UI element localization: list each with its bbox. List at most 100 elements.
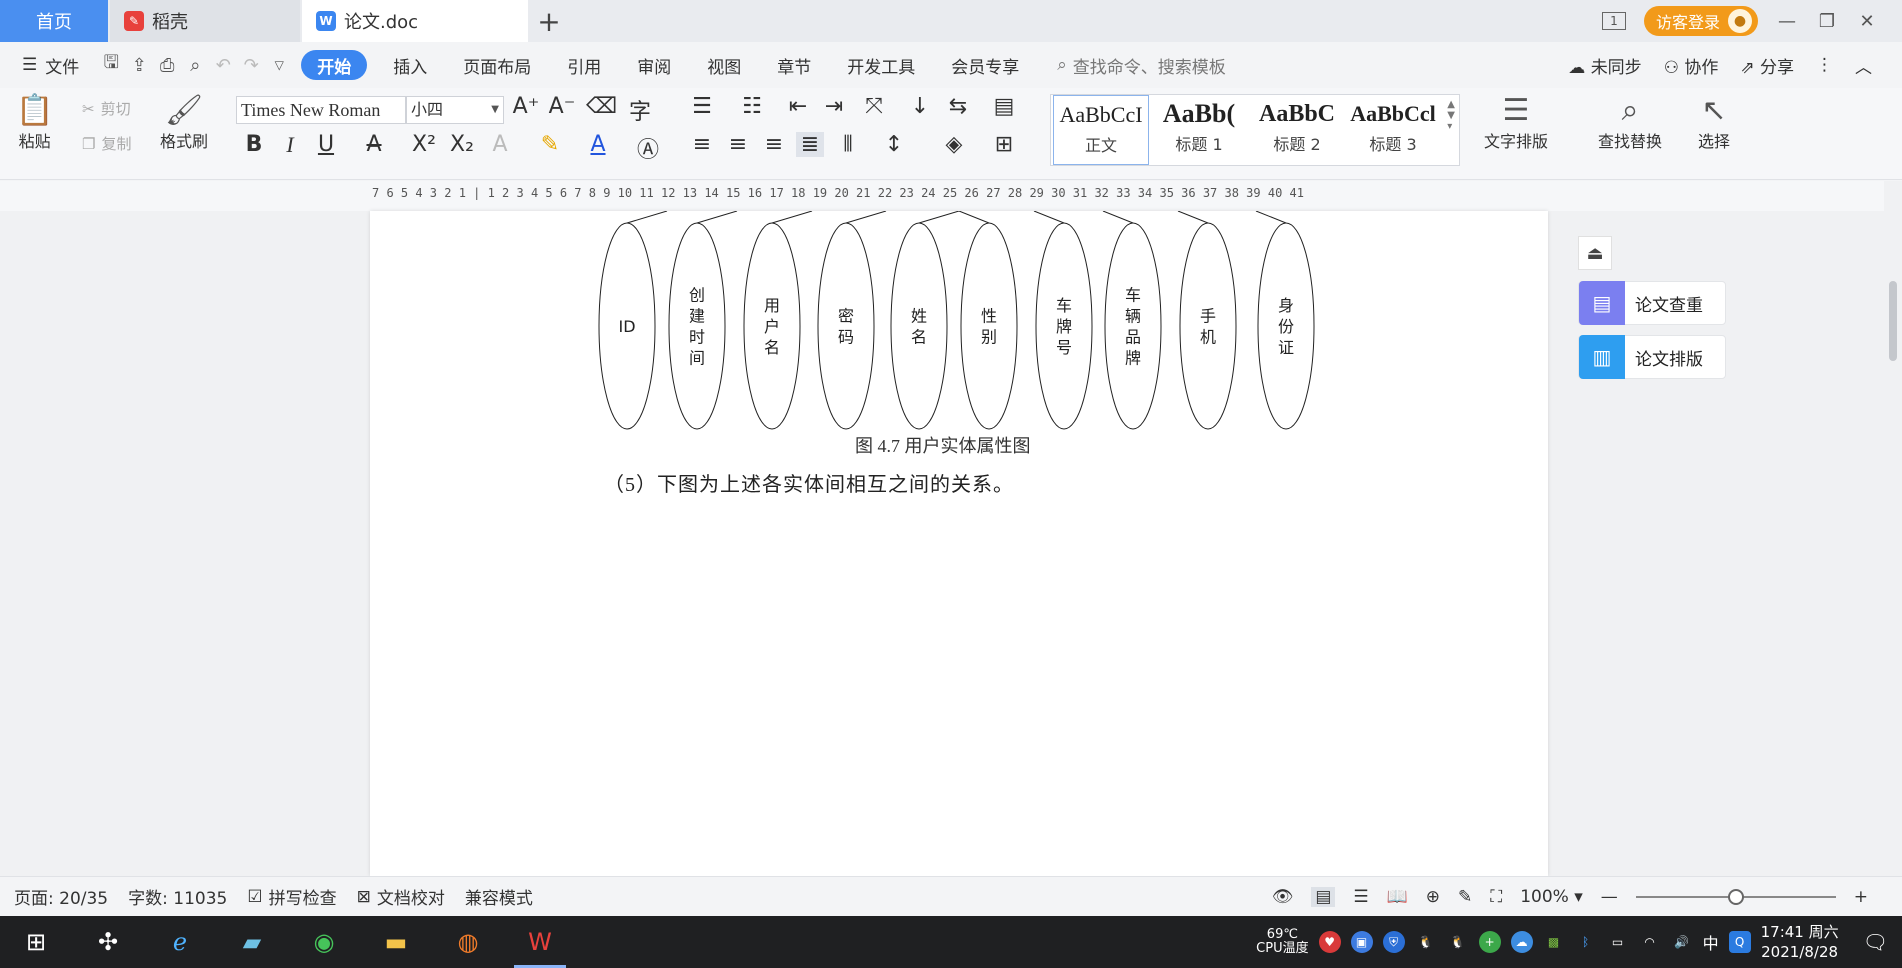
grow-font-icon[interactable]: A⁺ [512,94,540,119]
more-icon[interactable]: ⋮ [1816,55,1833,75]
scrollbar-thumb[interactable] [1889,281,1897,361]
menu-tab-member[interactable]: 会员专享 [933,42,1037,88]
zoom-slider[interactable] [1635,889,1836,905]
sort-icon[interactable]: ↓ [906,94,934,119]
text-effect-icon[interactable]: A [486,132,514,157]
qq-icon[interactable]: 🐧 [1415,931,1437,953]
bold-icon[interactable]: B [240,132,268,157]
text-layout-button[interactable]: ☰ 文字排版 [1484,94,1548,152]
decrease-indent-icon[interactable]: ⇤ [784,94,812,119]
menu-tab-page-layout[interactable]: 页面布局 [445,42,549,88]
nvidia-icon[interactable]: ▩ [1543,931,1565,953]
shrink-font-icon[interactable]: A⁻ [548,94,576,119]
zoom-level[interactable]: 100% ▾ [1520,887,1583,907]
page-view-icon[interactable]: 1 [1601,12,1626,30]
borders-icon[interactable]: ⊞ [990,132,1018,157]
shading-icon[interactable]: ◈ [940,132,968,157]
clear-format-icon[interactable]: ⌫ [586,94,617,119]
table-tools-icon[interactable]: ▤ [990,94,1018,119]
pinwheel-app-icon[interactable]: ✣ [72,916,144,968]
style-heading-3[interactable]: AaBbCcl 标题 3 [1345,95,1441,165]
find-replace-button[interactable]: ⌕ 查找替换 [1598,94,1662,152]
customize-quick-access-icon[interactable]: ▽ [265,51,293,79]
strikethrough-icon[interactable]: A [360,132,388,157]
command-search[interactable]: ⌕ 查找命令、搜索模板 [1037,53,1226,78]
web-view-icon[interactable]: ⊕ [1426,887,1440,907]
horizontal-ruler[interactable]: 7 6 5 4 3 2 1 | 1 2 3 4 5 6 7 8 9 10 11 … [0,181,1902,211]
italic-icon[interactable]: I [276,132,304,158]
pinyin-guide-icon[interactable]: 字 [626,94,654,126]
paper-check-button[interactable]: ▤ 论文查重 [1578,281,1726,325]
menu-tab-insert[interactable]: 插入 [375,42,445,88]
zoom-in-icon[interactable]: + [1854,887,1868,907]
cloud-icon[interactable]: ☁ [1510,931,1533,953]
write-mode-icon[interactable]: ✎ [1458,887,1472,907]
style-heading-2[interactable]: AaBbC 标题 2 [1249,95,1345,165]
fit-page-icon[interactable]: ⛶ [1490,887,1502,907]
side-panel-collapse-button[interactable]: ⏏ [1578,236,1612,270]
collapse-ribbon-icon[interactable]: ︿ [1855,53,1872,78]
cpu-temperature[interactable]: 69℃ CPU温度 [1256,928,1308,956]
qq-icon-2[interactable]: 🐧 [1447,931,1469,953]
distribute-icon[interactable]: ⫴ [834,132,862,157]
ie-browser-icon[interactable]: ℯ [144,916,216,968]
bluetooth-icon[interactable]: ᛒ [1575,931,1597,953]
align-center-icon[interactable]: ≡ [724,132,752,157]
save-icon[interactable]: 🖫 [97,51,125,79]
superscript-icon[interactable]: X² [410,132,438,157]
reading-view-icon[interactable]: 📖 [1387,887,1408,907]
style-gallery-scroll-icon[interactable]: ▲ ▼ ▾ [1447,99,1455,132]
file-explorer-icon[interactable]: ▬ [360,916,432,968]
tab-document[interactable]: W 论文.doc [302,0,528,42]
sync-status[interactable]: ☁ 未同步 [1568,53,1641,78]
share-button[interactable]: ⇗ 分享 [1740,53,1794,78]
export-icon[interactable]: ⇪ [125,51,153,79]
char-border-icon[interactable]: Ⓐ [634,132,662,164]
restore-icon[interactable]: ❐ [1816,11,1838,32]
shield-icon[interactable]: ⛨ [1382,931,1405,953]
numbered-list-icon[interactable]: ☷ [738,94,766,119]
vertical-scrollbar[interactable] [1884,181,1902,876]
paste-button[interactable]: 📋 粘贴 [16,94,53,152]
zoom-out-icon[interactable]: — [1601,887,1618,907]
format-painter-button[interactable]: 🖌 格式刷 [160,94,208,152]
line-spacing-icon[interactable]: ↕ [880,132,908,157]
copy-button[interactable]: ❐ 复制 [82,133,131,154]
redo-icon[interactable]: ↷ [237,51,265,79]
font-name-select[interactable]: Times New Roman [236,96,406,124]
show-marks-icon[interactable]: ⇆ [944,94,972,119]
zoom-slider-knob[interactable] [1727,889,1744,905]
page-indicator[interactable]: 页面: 20/35 [0,884,118,909]
highlight-icon[interactable]: ✎ [536,132,564,157]
select-button[interactable]: ↖ 选择 [1698,94,1730,152]
battery-icon[interactable]: ▭ [1607,931,1629,953]
spell-check-button[interactable]: ☑ 拼写检查 [237,884,346,910]
notes-app-icon[interactable]: ▰ [216,916,288,968]
increase-indent-icon[interactable]: ⇥ [820,94,848,119]
subscript-icon[interactable]: X₂ [448,132,476,157]
ime-indicator[interactable]: 中 [1703,930,1719,954]
print-icon[interactable]: ⎙ [153,51,181,79]
font-size-select[interactable]: 小四 ▼ [406,96,504,124]
tray-app-icon[interactable]: ▣ [1350,931,1373,953]
lips-app-icon[interactable]: ♥ [1318,931,1341,953]
wifi-icon[interactable]: ◠ [1639,931,1661,953]
print-preview-icon[interactable]: ⌕ [181,51,209,79]
cut-button[interactable]: ✂ 剪切 [82,98,131,119]
menu-tab-developer[interactable]: 开发工具 [829,42,933,88]
style-heading-1[interactable]: AaBb( 标题 1 [1151,95,1247,165]
style-normal[interactable]: AaBbCcI 正文 [1053,95,1149,165]
system-clock[interactable]: 17:41 周六 2021/8/28 [1761,922,1839,962]
menu-tab-view[interactable]: 视图 [689,42,759,88]
minimize-icon[interactable]: — [1776,11,1798,32]
tab-docshell[interactable]: ✎ 稻壳 [110,0,300,42]
collaborate-button[interactable]: ⚇ 协作 [1664,53,1719,78]
volume-icon[interactable]: 🔊 [1671,931,1693,953]
new-tab-button[interactable]: + [534,5,564,38]
eye-protection-icon[interactable]: 👁 [1272,887,1294,907]
windows-start-icon[interactable]: ⊞ [0,916,72,968]
undo-icon[interactable]: ↶ [209,51,237,79]
word-count[interactable]: 字数: 11035 [118,884,237,909]
menu-tab-review[interactable]: 审阅 [619,42,689,88]
tab-home[interactable]: 首页 [0,0,108,42]
